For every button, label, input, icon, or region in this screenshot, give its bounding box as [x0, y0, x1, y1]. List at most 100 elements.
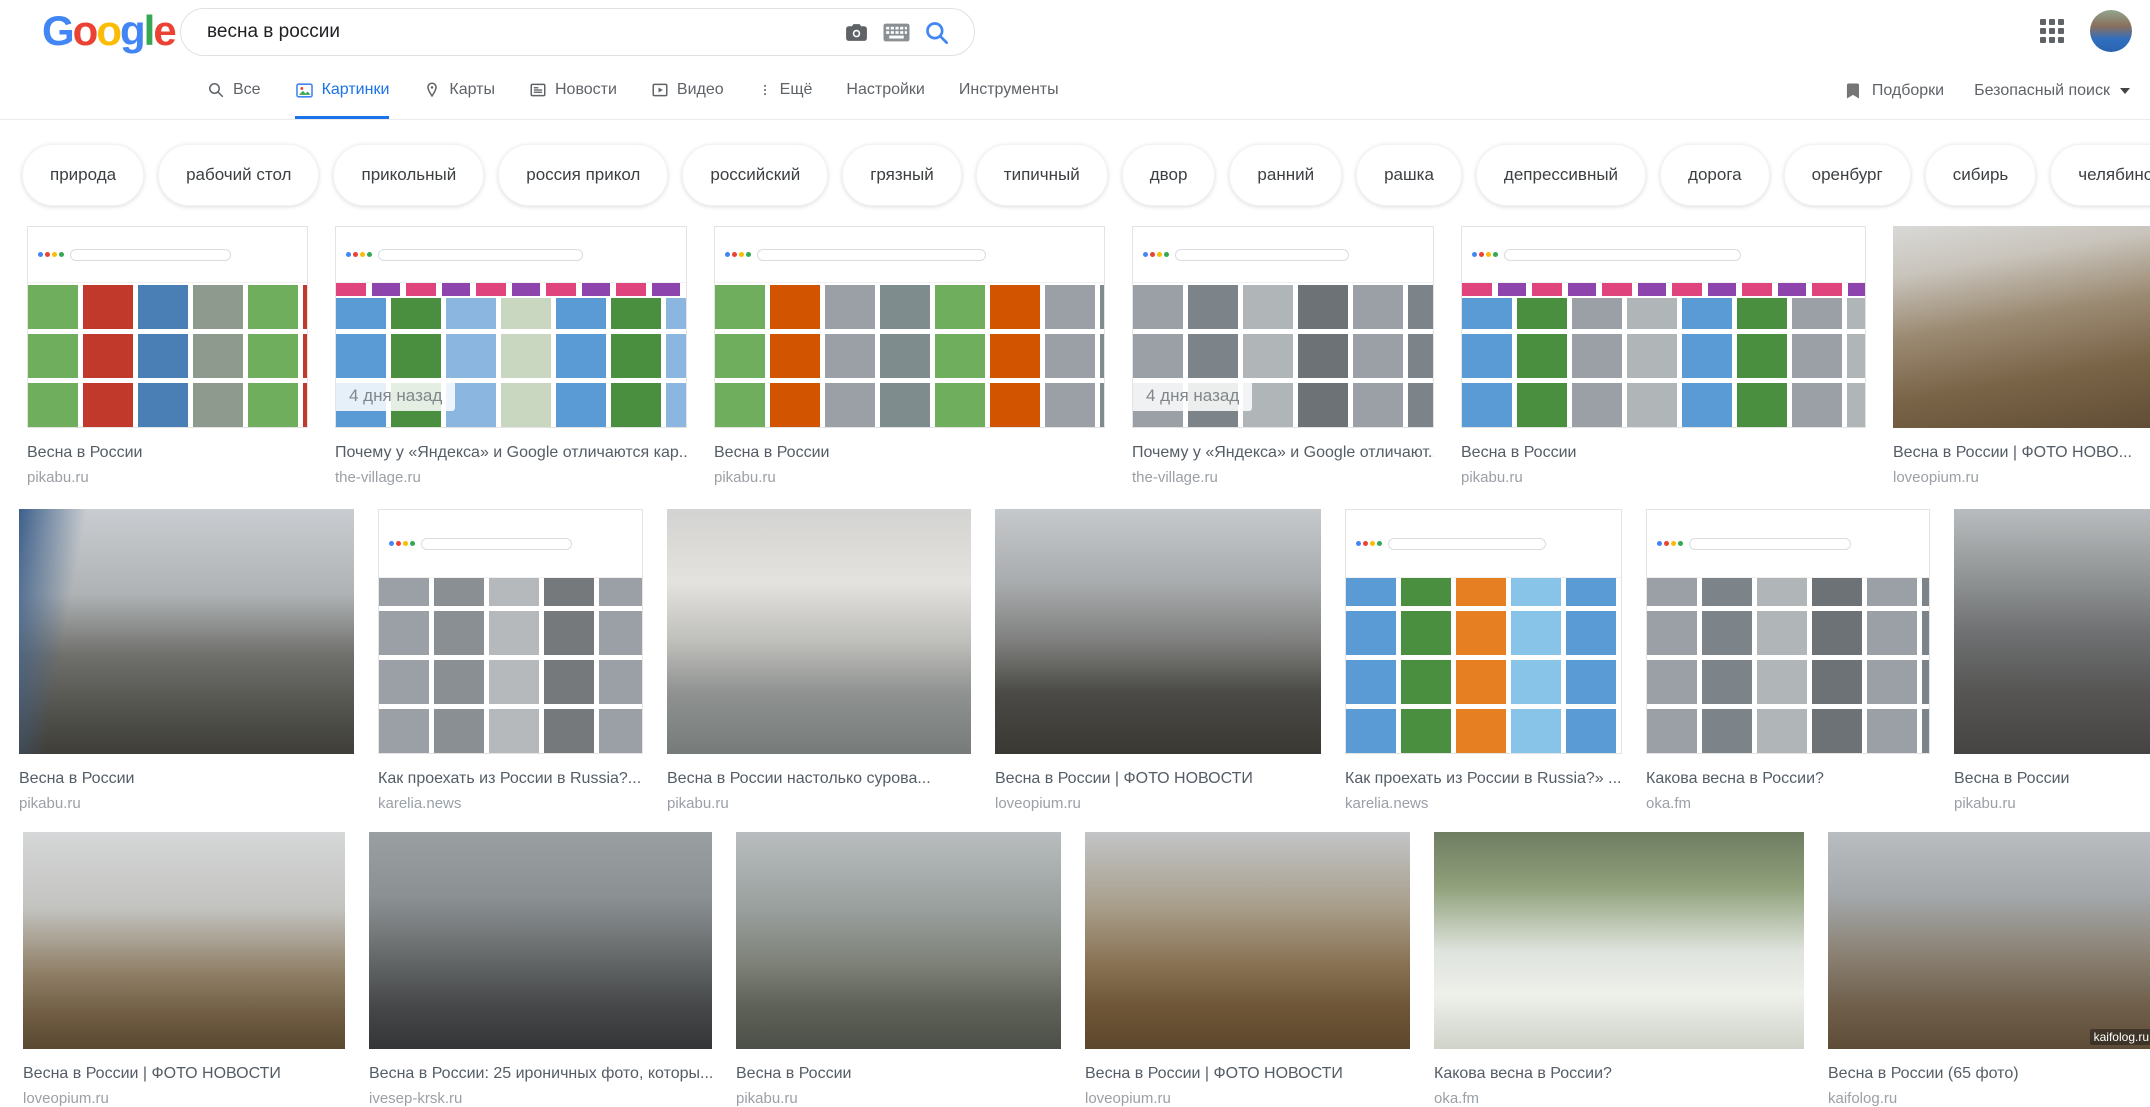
result-thumbnail[interactable] [378, 509, 643, 754]
screenshot-topbar [336, 227, 686, 283]
result-thumbnail[interactable]: 4 дня назад [1132, 226, 1434, 428]
result-thumbnail[interactable] [27, 226, 308, 428]
tab-новости[interactable]: Новости [529, 62, 617, 119]
camera-icon[interactable] [836, 12, 876, 52]
results-row: Весна в Россииpikabu.ru4 дня назадПочему… [27, 226, 2150, 488]
result-title[interactable]: Весна в России [714, 441, 1105, 465]
related-chip[interactable]: российский [682, 144, 828, 206]
result-title[interactable]: Весна в России | ФОТО НОВОСТИ [23, 1062, 345, 1086]
result-thumbnail[interactable] [667, 509, 971, 754]
menu-label: Безопасный поиск [1974, 82, 2110, 100]
image-result: 4 дня назад Почему у «Яндекса» и Google о… [335, 226, 687, 488]
results-row: Весна в Россииpikabu.ruКак проехать из Р… [19, 509, 2150, 814]
tab-инструменты[interactable]: Инструменты [959, 62, 1059, 119]
result-title[interactable]: Весна в России [19, 767, 354, 791]
result-title[interactable]: Какова весна в России? [1434, 1062, 1804, 1086]
related-chip[interactable]: дорога [1660, 144, 1770, 206]
screenshot-mosaic [379, 578, 642, 753]
related-chip[interactable]: рашка [1356, 144, 1462, 206]
screenshot-mosaic [1647, 578, 1929, 753]
related-chip[interactable]: природа [22, 144, 144, 206]
screenshot-topbar [715, 227, 1104, 283]
search-submit-icon[interactable] [916, 12, 956, 52]
result-title[interactable]: Как проехать из России в Russia?... [378, 767, 643, 791]
tab-карты[interactable]: Карты [423, 62, 495, 119]
chevron-down-icon [2120, 88, 2130, 94]
result-title[interactable]: Весна в России [1954, 767, 2150, 791]
result-title[interactable]: Почему у «Яндекса» и Google отличаются к… [335, 441, 687, 465]
screenshot-mosaic [28, 283, 307, 427]
result-title[interactable]: Весна в России (65 фото) [1828, 1062, 2150, 1086]
result-thumbnail[interactable] [369, 832, 712, 1049]
related-chip[interactable]: челябинск [2050, 144, 2150, 206]
tab-label: Карты [449, 81, 495, 99]
result-title[interactable]: Весна в России: 25 ироничных фото, котор… [369, 1062, 712, 1086]
related-chip[interactable]: сибирь [1925, 144, 2037, 206]
related-chip[interactable]: россия прикол [498, 144, 668, 206]
result-title[interactable]: Весна в России | ФОТО НОВОСТИ [995, 767, 1321, 791]
result-source: oka.fm [1646, 793, 1930, 814]
image-result: Весна в Россииpikabu.ru [19, 509, 354, 814]
screenshot-mosaic [1346, 578, 1621, 753]
result-title[interactable]: Весна в России [27, 441, 308, 465]
result-thumbnail[interactable] [1085, 832, 1410, 1049]
related-chip[interactable]: двор [1122, 144, 1216, 206]
result-title[interactable]: Весна в России | ФОТО НОВО... [1893, 441, 2150, 465]
result-thumbnail[interactable] [1434, 832, 1804, 1049]
screenshot-chip-strip [336, 283, 686, 296]
result-source: karelia.news [1345, 793, 1622, 814]
image-result: Весна в России | ФОТО НОВОСТИloveopium.r… [1085, 832, 1410, 1107]
tab-label: Видео [677, 81, 724, 99]
search-input[interactable] [207, 21, 836, 43]
avatar[interactable] [2090, 10, 2132, 52]
result-thumbnail[interactable] [714, 226, 1105, 428]
result-thumbnail[interactable] [1345, 509, 1622, 754]
menu-label: Подборки [1872, 82, 1944, 100]
related-chip[interactable]: грязный [842, 144, 962, 206]
tab-ещё[interactable]: Ещё [758, 62, 813, 119]
apps-grid-icon[interactable] [2036, 15, 2068, 47]
result-title[interactable]: Весна в России [736, 1062, 1061, 1086]
recency-badge: 4 дня назад [336, 381, 455, 411]
result-thumbnail[interactable] [19, 509, 354, 754]
tab-видео[interactable]: Видео [651, 62, 724, 119]
result-thumbnail[interactable] [23, 832, 345, 1049]
result-title[interactable]: Какова весна в России? [1646, 767, 1930, 791]
keyboard-icon[interactable] [876, 12, 916, 52]
related-chip[interactable]: прикольный [333, 144, 484, 206]
menu-collections[interactable]: Подборки [1844, 81, 1944, 101]
result-thumbnail[interactable] [1893, 226, 2150, 428]
tab-label: Все [233, 81, 261, 99]
related-chip[interactable]: типичный [976, 144, 1108, 206]
result-thumbnail[interactable]: kaifolog.ru [1828, 832, 2150, 1049]
result-thumbnail[interactable] [1461, 226, 1866, 428]
result-title[interactable]: Почему у «Яндекса» и Google отличают... [1132, 441, 1434, 465]
result-thumbnail[interactable] [1646, 509, 1930, 754]
results-grid: Весна в Россииpikabu.ru4 дня назадПочему… [0, 226, 2150, 1107]
result-source: pikabu.ru [1954, 793, 2150, 814]
result-thumbnail[interactable] [1954, 509, 2150, 754]
tab-картинки[interactable]: Картинки [295, 62, 390, 119]
related-chip[interactable]: оренбург [1784, 144, 1911, 206]
result-title[interactable]: Весна в России [1461, 441, 1866, 465]
result-title[interactable]: Весна в России | ФОТО НОВОСТИ [1085, 1062, 1410, 1086]
related-chip[interactable]: депрессивный [1476, 144, 1646, 206]
result-thumbnail[interactable] [995, 509, 1321, 754]
result-source: loveopium.ru [995, 793, 1321, 814]
tab-все[interactable]: Все [207, 62, 261, 119]
result-thumbnail[interactable]: 4 дня назад [335, 226, 687, 428]
collections-icon [1844, 81, 1864, 101]
image-result: Весна в России | ФОТО НОВОСТИloveopium.r… [23, 832, 345, 1107]
result-thumbnail[interactable] [736, 832, 1061, 1049]
google-logo[interactable]: Google [42, 7, 175, 55]
result-source: pikabu.ru [714, 467, 1105, 488]
related-chip[interactable]: ранний [1229, 144, 1342, 206]
tab-настройки[interactable]: Настройки [846, 62, 924, 119]
result-title[interactable]: Весна в России настолько сурова... [667, 767, 971, 791]
search-box[interactable] [180, 8, 975, 56]
result-title[interactable]: Как проехать из России в Russia?» ... [1345, 767, 1622, 791]
tab-bar: Все Картинки Карты Новости Видео Ещё Настройки… [0, 62, 2150, 120]
screenshot-topbar [1647, 510, 1929, 578]
menu-safe-search[interactable]: Безопасный поиск [1974, 82, 2130, 100]
related-chip[interactable]: рабочий стол [158, 144, 319, 206]
